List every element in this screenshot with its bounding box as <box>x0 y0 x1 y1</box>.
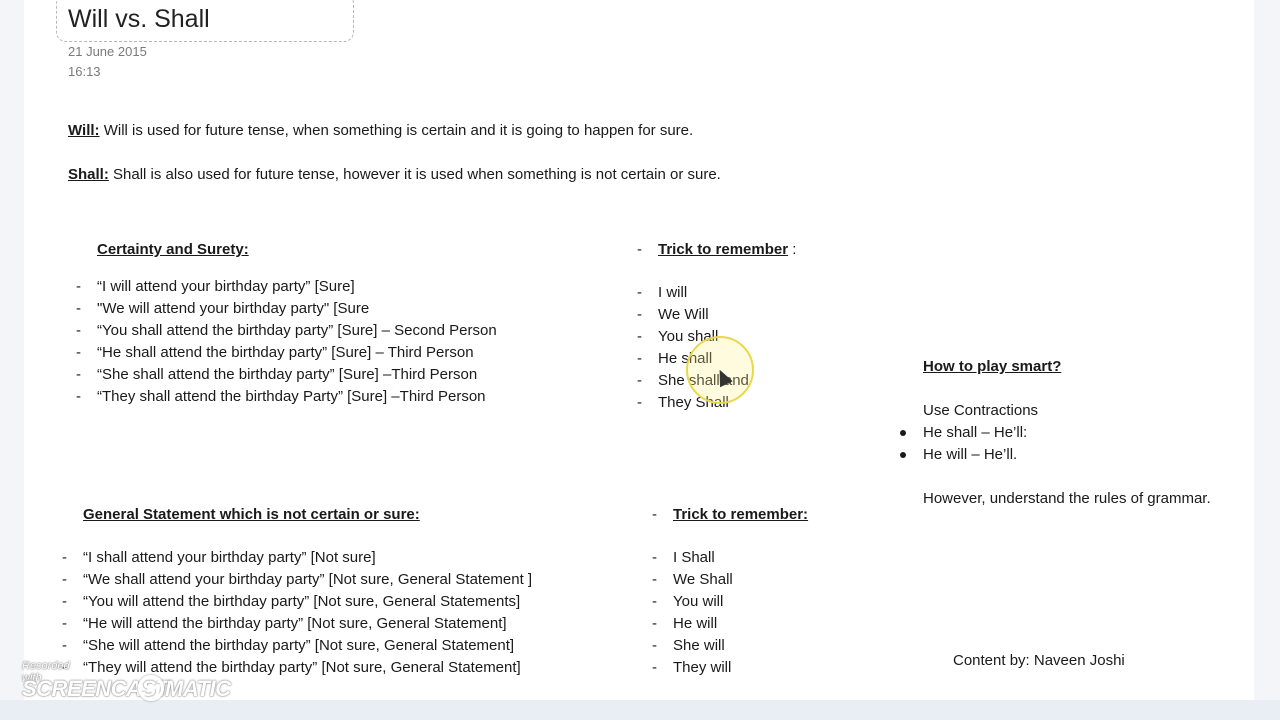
trick1-heading-text: Trick to remember <box>658 241 789 258</box>
list-dash: - <box>76 344 81 361</box>
certainty-item-6: “They shall attend the birthday Party” [… <box>97 388 486 405</box>
list-dash: - <box>652 506 657 523</box>
note-time: 16:13 <box>68 64 101 79</box>
list-dash: - <box>637 372 642 389</box>
trick2-item-2: We Shall <box>673 571 733 588</box>
smart-bullet-2: He will – He’ll. <box>923 446 1018 463</box>
list-dash: - <box>62 593 67 610</box>
general-item-2: “We shall attend your birthday party” [N… <box>83 571 533 588</box>
list-dash: - <box>652 593 657 610</box>
smart-outro: However, understand the rules of grammar… <box>923 490 1211 507</box>
trick1-item-1: I will <box>658 284 688 301</box>
bullet-icon <box>900 430 906 436</box>
certainty-item-4: “He shall attend the birthday party” [Su… <box>97 344 474 361</box>
list-dash: - <box>76 278 81 295</box>
list-dash: - <box>637 350 642 367</box>
list-dash: - <box>76 388 81 405</box>
general-item-3: “You will attend the birthday party” [No… <box>83 593 521 610</box>
list-dash: - <box>637 241 642 258</box>
certainty-item-5: “She shall attend the birthday party” [S… <box>97 366 478 383</box>
watermark-logo-icon <box>138 675 164 701</box>
watermark-brand-right: MATIC <box>165 676 231 701</box>
list-dash: - <box>62 637 67 654</box>
list-dash: - <box>637 306 642 323</box>
will-text: Will is used for future tense, when some… <box>99 122 694 139</box>
list-dash: - <box>652 615 657 632</box>
general-heading: General Statement which is not certain o… <box>83 506 420 523</box>
smart-intro: Use Contractions <box>923 402 1039 419</box>
trick2-item-5: She will <box>673 637 725 654</box>
list-dash: - <box>652 659 657 676</box>
trick2-item-4: He will <box>673 615 718 632</box>
trick2-heading: Trick to remember: <box>673 506 809 523</box>
trick1-heading: Trick to remember : <box>658 241 796 258</box>
list-dash: - <box>637 284 642 301</box>
bullet-icon <box>900 452 906 458</box>
note-date: 21 June 2015 <box>68 44 147 59</box>
bottom-strip <box>0 700 1280 720</box>
general-item-6: “They will attend the birthday party” [N… <box>83 659 521 676</box>
list-dash: - <box>62 549 67 566</box>
general-item-1: “I shall attend your birthday party” [No… <box>83 549 376 566</box>
will-term: Will: <box>68 122 100 139</box>
content-credit: Content by: Naveen Joshi <box>953 652 1125 669</box>
general-item-5: “She will attend the birthday party” [No… <box>83 637 515 654</box>
trick2-item-6: They will <box>673 659 732 676</box>
certainty-heading: Certainty and Surety: <box>97 241 249 258</box>
shall-definition: Shall: Shall is also used for future ten… <box>68 166 721 183</box>
list-dash: - <box>652 571 657 588</box>
page-title[interactable]: Will vs. Shall <box>68 5 210 34</box>
certainty-item-2: "We will attend your birthday party" [Su… <box>97 300 370 317</box>
list-dash: - <box>652 637 657 654</box>
list-dash: - <box>76 366 81 383</box>
trick1-heading-suffix: : <box>788 241 797 258</box>
trick2-item-3: You will <box>673 593 724 610</box>
smart-heading: How to play smart? <box>923 358 1062 375</box>
list-dash: - <box>637 394 642 411</box>
list-dash: - <box>652 549 657 566</box>
general-item-4: “He will attend the birthday party” [Not… <box>83 615 507 632</box>
shall-term: Shall: <box>68 166 109 183</box>
smart-bullet-1: He shall – He’ll: <box>923 424 1028 441</box>
list-dash: - <box>62 571 67 588</box>
list-dash: - <box>76 300 81 317</box>
trick1-item-2: We Will <box>658 306 709 323</box>
list-dash: - <box>62 615 67 632</box>
list-dash: - <box>76 322 81 339</box>
certainty-item-1: “I will attend your birthday party” [Sur… <box>97 278 355 295</box>
certainty-item-3: “You shall attend the birthday party” [S… <box>97 322 497 339</box>
list-dash: - <box>637 328 642 345</box>
will-definition: Will: Will is used for future tense, whe… <box>68 122 693 139</box>
trick2-item-1: I Shall <box>673 549 715 566</box>
shall-text: Shall is also used for future tense, how… <box>108 166 721 183</box>
